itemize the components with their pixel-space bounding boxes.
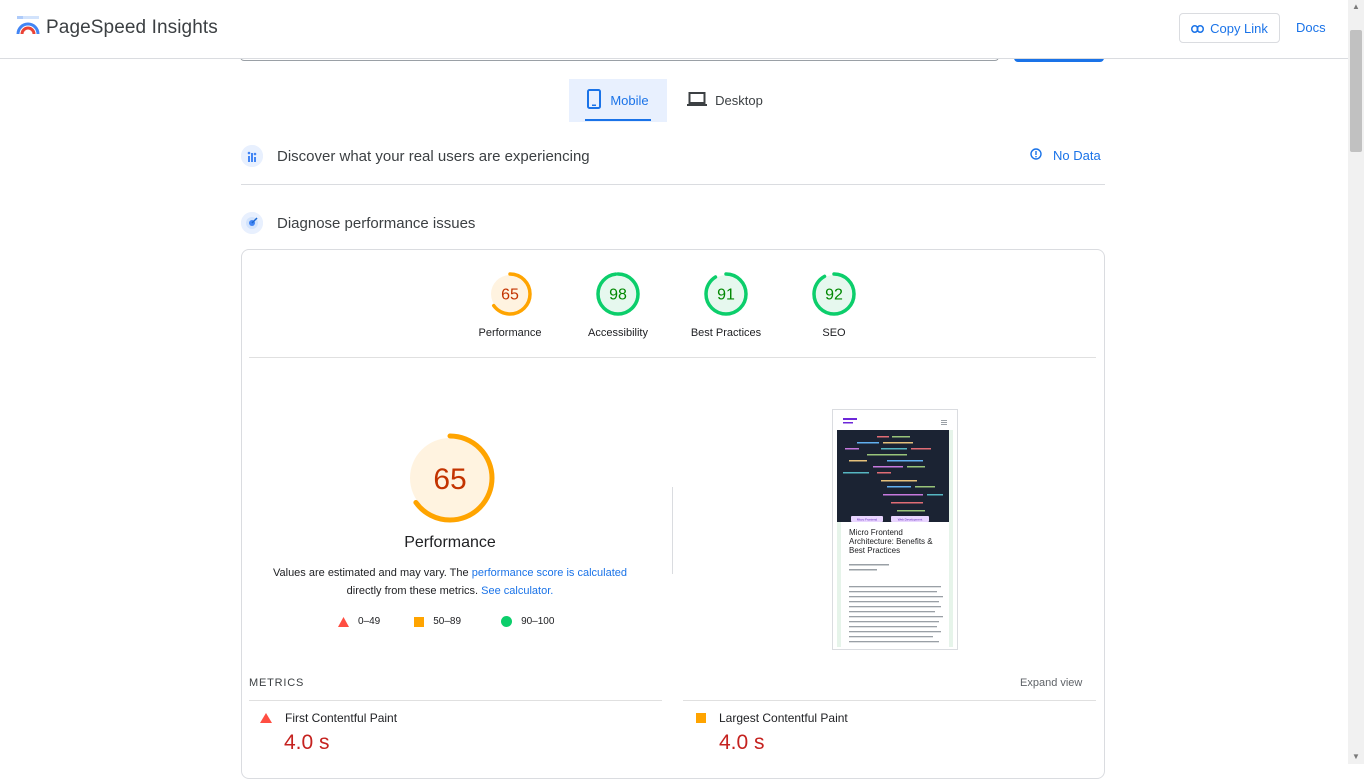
brand-name: PageSpeed Insights: [46, 16, 218, 38]
gauge-score: 91: [717, 287, 735, 304]
link-icon: [1191, 21, 1205, 36]
gauge-ring: 91: [704, 272, 748, 316]
average-square-icon: [696, 713, 706, 723]
metric-lcp-name: Largest Contentful Paint: [719, 711, 848, 725]
metrics-divider-right: [683, 700, 1096, 701]
legend-average: 50–89: [414, 616, 461, 627]
desc-text-2: directly from these metrics.: [346, 585, 482, 597]
docs-link[interactable]: Docs: [1296, 20, 1326, 35]
score-legend: 0–49 50–89 90–100: [338, 616, 582, 627]
scroll-down-icon[interactable]: ▼: [1350, 752, 1362, 762]
square-icon: [414, 616, 425, 627]
copy-link-label: Copy Link: [1210, 20, 1268, 36]
screenshot-page: Micro Frontend Web Development Micro Fro…: [837, 414, 953, 647]
legend-pass: 90–100: [501, 616, 554, 627]
legend-fail: 0–49: [338, 616, 380, 627]
no-data-label: No Data: [1053, 148, 1101, 163]
metrics-divider-left: [249, 700, 662, 701]
big-gauge-score: 65: [433, 463, 466, 496]
gauge-score: 98: [609, 287, 627, 304]
tab-mobile-label: Mobile: [610, 93, 649, 108]
gauge-label: Accessibility: [588, 327, 648, 339]
desc-text-1: Values are estimated and may vary. The: [272, 567, 472, 579]
pagespeed-logo-icon: [16, 14, 40, 41]
users-chart-icon: [241, 145, 263, 167]
circle-icon: [501, 616, 513, 627]
screenshot-tag-2: Web Development: [898, 518, 923, 522]
legend-average-range: 50–89: [433, 616, 462, 627]
screenshot-image: Micro Frontend Web Development Micro Fro…: [837, 418, 953, 647]
gauge-label: Best Practices: [690, 327, 762, 339]
gauge-label: SEO: [822, 327, 846, 339]
copy-link-button[interactable]: Copy Link: [1179, 13, 1280, 43]
lab-data-title: Diagnose performance issues: [277, 214, 476, 232]
gauge-score: 92: [825, 287, 843, 304]
gauge-score: 65: [501, 287, 519, 304]
triangle-icon: [338, 616, 349, 627]
card-divider: [249, 357, 1096, 358]
legend-fail-range: 0–49: [358, 616, 381, 627]
field-data-title: Discover what your real users are experi…: [277, 147, 590, 165]
scroll-up-icon[interactable]: ▲: [1350, 2, 1362, 12]
scrollbar-thumb[interactable]: [1350, 30, 1362, 152]
screenshot-tag-1: Micro Frontend: [857, 518, 878, 522]
score-calculated-link[interactable]: performance score is calculated: [472, 567, 627, 579]
lab-data-header: Diagnose performance issues: [241, 212, 475, 234]
active-tab-indicator: [585, 119, 651, 121]
tab-desktop-label: Desktop: [715, 93, 763, 108]
brand[interactable]: PageSpeed Insights: [16, 14, 218, 41]
performance-description: Values are estimated and may vary. The p…: [266, 564, 634, 600]
category-gauge-best-practices[interactable]: 91 Best Practices: [676, 271, 776, 339]
tab-desktop[interactable]: Desktop: [680, 79, 770, 122]
metric-lcp-value: 4.0 s: [719, 731, 765, 754]
vertical-divider: [672, 487, 673, 574]
gauge-ring: 65: [488, 272, 532, 316]
fail-triangle-icon: [260, 713, 272, 723]
laptop-icon: [687, 92, 708, 109]
no-data-link[interactable]: No Data: [1030, 148, 1101, 163]
gauge-ring: 92: [812, 272, 856, 316]
gauge-label: Performance: [478, 327, 542, 339]
expand-view-button[interactable]: Expand view: [1020, 677, 1082, 689]
metric-fcp-value: 4.0 s: [284, 731, 330, 754]
final-screenshot[interactable]: Micro Frontend Web Development Micro Fro…: [832, 409, 958, 650]
big-gauge-label: Performance: [404, 534, 496, 551]
section-divider: [241, 184, 1105, 185]
diagnose-icon: [241, 212, 263, 234]
see-calculator-link[interactable]: See calculator.: [481, 585, 553, 597]
category-gauge-accessibility[interactable]: 98 Accessibility: [568, 271, 668, 339]
legend-pass-range: 90–100: [521, 616, 555, 627]
metrics-title: METRICS: [249, 677, 305, 689]
category-gauge-performance[interactable]: 65 Performance: [460, 271, 560, 339]
smartphone-icon: [587, 89, 602, 112]
screenshot-headline: Micro Frontend Architecture: Benefits & …: [849, 528, 933, 555]
tab-mobile[interactable]: Mobile: [569, 79, 667, 122]
field-data-header: Discover what your real users are experi…: [241, 145, 590, 167]
gauge-ring: 98: [596, 272, 640, 316]
performance-big-gauge: 65: [405, 433, 495, 523]
metric-fcp-name: First Contentful Paint: [285, 711, 398, 725]
category-gauge-seo[interactable]: 92 SEO: [784, 271, 884, 339]
info-icon: [1030, 148, 1042, 163]
